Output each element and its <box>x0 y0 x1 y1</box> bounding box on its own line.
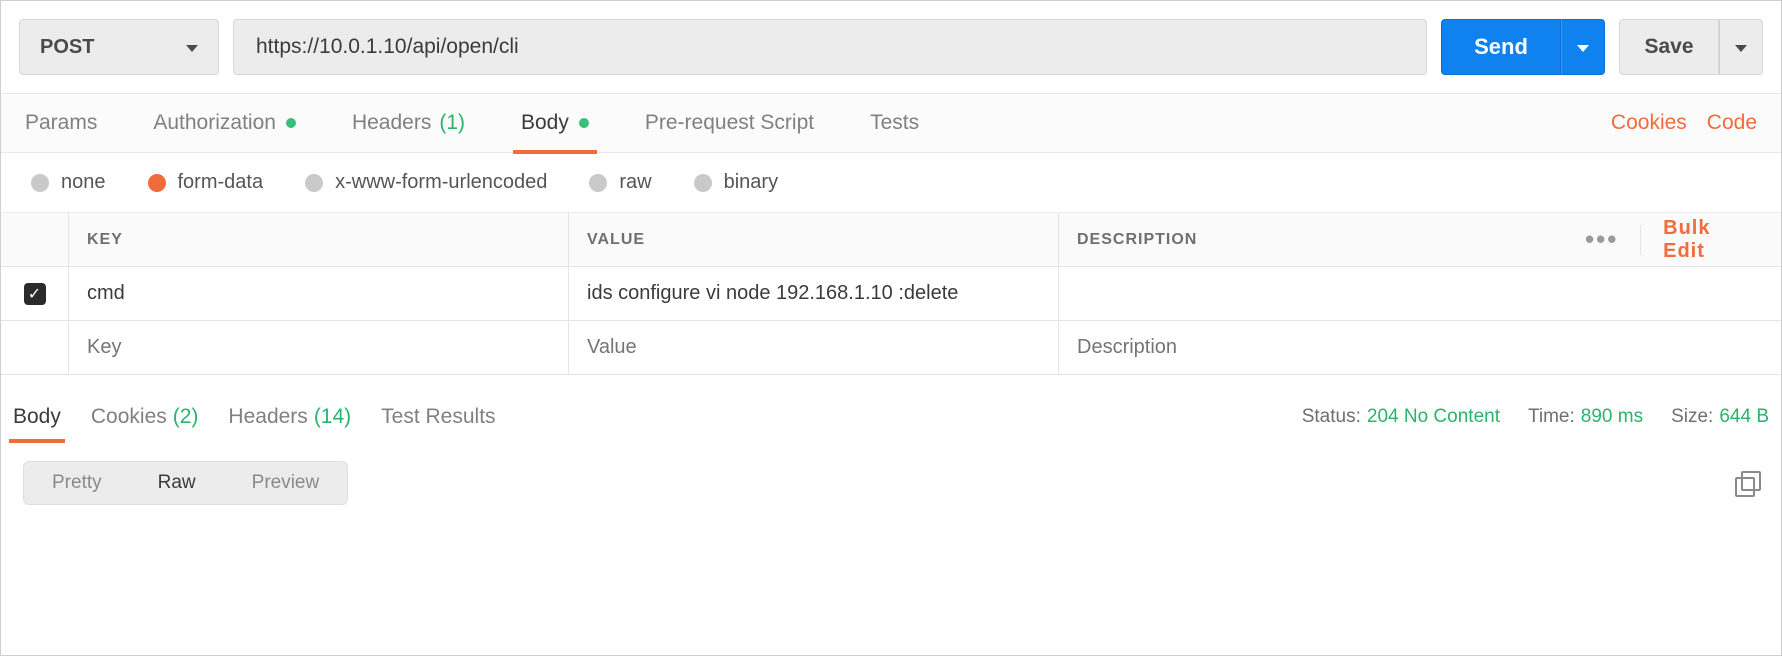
size-value: 644 B <box>1719 406 1769 427</box>
cookies-link[interactable]: Cookies <box>1611 111 1687 135</box>
tab-body[interactable]: Body <box>521 93 589 153</box>
send-button[interactable]: Send <box>1441 19 1605 75</box>
body-type-binary[interactable]: binary <box>694 171 778 194</box>
status-value: 204 No Content <box>1367 406 1500 427</box>
save-button[interactable]: Save <box>1619 19 1763 75</box>
response-view-switch: Pretty Raw Preview <box>1 443 1781 505</box>
chevron-down-icon <box>1735 45 1747 52</box>
view-raw[interactable]: Raw <box>130 462 224 504</box>
save-button-label[interactable]: Save <box>1619 19 1719 75</box>
status-dot-icon <box>579 118 589 128</box>
request-bar: POST Send Save <box>1 1 1781 93</box>
url-input[interactable] <box>233 19 1427 75</box>
tab-authorization[interactable]: Authorization <box>153 93 296 153</box>
body-type-form-data[interactable]: form-data <box>148 171 264 194</box>
divider <box>1640 225 1641 255</box>
tab-pre-request-script[interactable]: Pre-request Script <box>645 93 814 153</box>
request-tabs: Params Authorization Headers(1) Body Pre… <box>1 93 1781 153</box>
col-desc: DESCRIPTION ••• Bulk Edit <box>1059 213 1781 266</box>
col-key: KEY <box>69 213 569 266</box>
description-input[interactable] <box>1077 282 1763 305</box>
resp-tab-test-results[interactable]: Test Results <box>381 405 495 443</box>
chevron-down-icon <box>1577 45 1589 52</box>
response-meta: Status:204 No Content Time:890 ms Size:6… <box>1302 406 1769 442</box>
status-dot-icon <box>286 118 296 128</box>
table-row: ✓ <box>1 267 1781 321</box>
code-link[interactable]: Code <box>1707 111 1757 135</box>
postman-request-panel: POST Send Save Params Authorization Head… <box>0 0 1782 656</box>
key-input[interactable] <box>87 282 550 305</box>
table-row-empty <box>1 321 1781 375</box>
method-value: POST <box>40 36 94 59</box>
view-pretty[interactable]: Pretty <box>24 462 130 504</box>
value-input[interactable] <box>587 336 1040 359</box>
resp-tab-cookies[interactable]: Cookies(2) <box>91 405 199 443</box>
body-type-none[interactable]: none <box>31 171 106 194</box>
more-options-icon[interactable]: ••• <box>1585 224 1618 255</box>
form-data-table: KEY VALUE DESCRIPTION ••• Bulk Edit ✓ <box>1 213 1781 375</box>
save-dropdown[interactable] <box>1719 19 1763 75</box>
tab-tests[interactable]: Tests <box>870 93 919 153</box>
send-button-label[interactable]: Send <box>1441 19 1561 75</box>
description-input[interactable] <box>1077 336 1763 359</box>
value-input[interactable] <box>587 282 1040 305</box>
body-type-urlencoded[interactable]: x-www-form-urlencoded <box>305 171 547 194</box>
resp-tab-body[interactable]: Body <box>13 405 61 443</box>
key-input[interactable] <box>87 336 550 359</box>
time-value: 890 ms <box>1581 406 1643 427</box>
body-type-raw[interactable]: raw <box>589 171 651 194</box>
table-header: KEY VALUE DESCRIPTION ••• Bulk Edit <box>1 213 1781 267</box>
tab-headers[interactable]: Headers(1) <box>352 93 465 153</box>
col-value: VALUE <box>569 213 1059 266</box>
bulk-edit-link[interactable]: Bulk Edit <box>1663 217 1741 263</box>
response-tabs: Body Cookies(2) Headers(14) Test Results… <box>1 385 1781 443</box>
chevron-down-icon <box>186 45 198 52</box>
copy-icon[interactable] <box>1735 471 1759 495</box>
send-dropdown[interactable] <box>1561 19 1605 75</box>
body-type-selector: none form-data x-www-form-urlencoded raw… <box>1 153 1781 213</box>
resp-tab-headers[interactable]: Headers(14) <box>228 405 351 443</box>
method-select[interactable]: POST <box>19 19 219 75</box>
row-enable-checkbox[interactable]: ✓ <box>24 283 46 305</box>
tab-params[interactable]: Params <box>25 93 97 153</box>
view-preview[interactable]: Preview <box>224 462 348 504</box>
